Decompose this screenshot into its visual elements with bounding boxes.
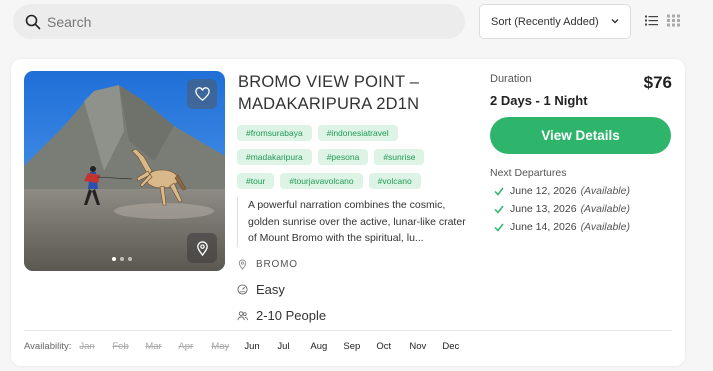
month-mar: Mar [145,341,162,352]
next-departures-label: Next Departures [490,167,567,179]
departure-status: (Available) [580,185,630,197]
view-details-button[interactable]: View Details [490,117,671,154]
tag-chip[interactable]: #pesona [317,149,369,165]
list-view-icon[interactable] [645,14,658,27]
departure-date: June 14, 2026 [510,221,577,233]
tour-price: $76 [643,73,672,92]
people-icon [237,311,248,321]
availability-label: Availability: [24,341,72,352]
availability-months: Availability: Jan Feb Mar Apr May Jun Jul Aug Se… [24,341,475,352]
sort-dropdown[interactable]: Sort (Recently Added) [479,4,631,39]
tour-card: BROMO VIEW POINT – MADAKARIPURA 2D1N #fr… [11,59,685,366]
departure-date: June 13, 2026 [510,203,577,215]
gallery-dot[interactable] [128,257,132,261]
tour-difficulty: Easy [237,282,285,297]
tag-chip[interactable]: #indonesiatravel [317,125,398,141]
month-dec: Dec [442,341,460,352]
departure-date: June 12, 2026 [510,185,577,197]
chevron-down-icon [611,19,619,24]
tag-chip[interactable]: #sunrise [374,149,425,165]
tag-chip[interactable]: #volcano [368,173,421,189]
check-icon [494,223,504,232]
month-aug: Aug [310,341,328,352]
tag-chip[interactable]: #tour [237,173,275,189]
booking-panel: Duration $76 2 Days - 1 Night View Detai… [490,73,672,233]
departure-item: June 14, 2026 (Available) [490,221,672,233]
gallery-dot[interactable] [120,257,124,261]
gauge-icon [237,284,248,295]
duration-value: 2 Days - 1 Night [490,93,588,108]
tag-chip[interactable]: #madakaripura [237,149,312,165]
month-jan: Jan [79,341,95,352]
month-nov: Nov [409,341,427,352]
departure-status: (Available) [580,203,630,215]
map-pin-icon [196,240,208,256]
departure-item: June 13, 2026 (Available) [490,203,672,215]
tag-chip[interactable]: #tourjavavolcano [280,173,363,189]
location-text: BROMO [256,259,298,270]
tour-group-size: 2-10 People [237,308,326,323]
month-apr: Apr [178,341,194,352]
heart-icon [194,86,210,101]
search-icon [25,14,41,29]
check-icon [494,205,504,214]
month-oct: Oct [376,341,392,352]
departure-item: June 12, 2026 (Available) [490,185,672,197]
tag-list: #fromsurabaya #indonesiatravel #madakaripu… [237,125,467,189]
month-feb: Feb [112,341,129,352]
tour-location: BROMO [237,259,298,270]
month-sep: Sep [343,341,361,352]
location-pin-icon [238,259,247,270]
tag-chip[interactable]: #fromsurabaya [237,125,312,141]
group-size-text: 2-10 People [256,308,327,323]
sort-label: Sort (Recently Added) [491,15,599,28]
month-jun: Jun [244,341,260,352]
gallery-dots[interactable] [112,257,132,261]
search-input[interactable] [47,13,447,30]
departure-list: June 12, 2026 (Available) June 13, 2026 (Av… [490,185,672,233]
grid-view-icon[interactable] [667,14,680,27]
map-location-button[interactable] [187,233,217,263]
favorite-button[interactable] [187,79,217,109]
month-jul: Jul [277,341,290,352]
check-icon [494,187,504,196]
tour-description: A powerful narration combines the cosmic… [237,197,469,247]
tour-photo[interactable] [24,71,225,271]
gallery-dot[interactable] [112,257,116,261]
divider [24,330,672,331]
search-bar[interactable] [13,4,465,39]
tour-title[interactable]: BROMO VIEW POINT – MADAKARIPURA 2D1N [238,71,468,115]
difficulty-text: Easy [256,282,285,297]
month-may: May [211,341,230,352]
departure-status: (Available) [580,221,630,233]
